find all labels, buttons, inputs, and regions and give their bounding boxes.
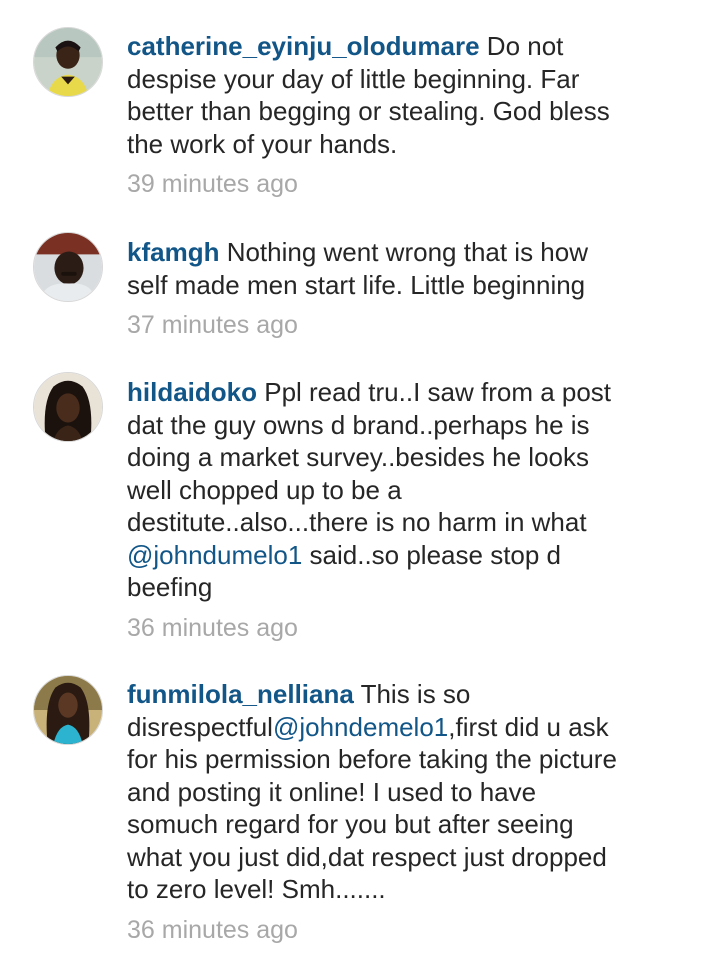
comment-timestamp: 36 minutes ago bbox=[127, 613, 298, 642]
comment-body: catherine_eyinju_olodumare Do not despis… bbox=[127, 30, 687, 201]
comment-text: dat the guy owns d brand..perhaps he is bbox=[127, 409, 590, 440]
comment-text: Ppl read tru..I saw from a post bbox=[257, 377, 612, 407]
comment-username[interactable]: catherine_eyinju_olodumare bbox=[127, 31, 480, 61]
comment-username[interactable]: hildaidoko bbox=[127, 377, 257, 407]
avatar-photo-icon bbox=[34, 28, 102, 96]
comment-mention-link[interactable]: @johndumelo1 bbox=[127, 540, 302, 570]
avatar-photo-icon bbox=[34, 233, 102, 301]
comment-text: the work of your hands. bbox=[127, 128, 398, 159]
comment-body: kfamgh Nothing went wrong that is how se… bbox=[127, 236, 687, 342]
comment-timestamp: 37 minutes ago bbox=[127, 311, 298, 339]
comment-text: for his permission before taking the pic… bbox=[127, 744, 617, 774]
user-avatar[interactable] bbox=[33, 27, 103, 97]
comment-text: doing a market survey..besides he looks bbox=[127, 442, 589, 472]
comment-timestamp: 36 minutes ago bbox=[127, 915, 298, 944]
comment-text: This is so bbox=[353, 679, 471, 709]
comment-text: disrespectful bbox=[127, 711, 273, 742]
comment-text: self made men start life. Little beginni… bbox=[127, 269, 586, 300]
comment-body: funmilola_nelliana This is so disrespect… bbox=[127, 678, 687, 946]
comment-text: ,first did u ask bbox=[448, 711, 609, 742]
comment-body: hildaidoko Ppl read tru..I saw from a po… bbox=[127, 376, 687, 644]
comment-text: and posting it online! I used to have bbox=[127, 776, 537, 807]
comment-username[interactable]: kfamgh bbox=[127, 237, 219, 267]
comment-text: despise your day of little beginning. Fa… bbox=[127, 63, 580, 94]
user-avatar[interactable] bbox=[33, 372, 103, 442]
comment-text: to zero level! Smh....... bbox=[127, 874, 386, 904]
avatar-photo-icon bbox=[34, 373, 102, 441]
comment-text: somuch regard for you but after seeing bbox=[127, 809, 574, 839]
comment-text: better than begging or stealing. God ble… bbox=[127, 96, 610, 126]
comment-timestamp: 39 minutes ago bbox=[127, 170, 298, 198]
avatar-photo-icon bbox=[34, 676, 102, 744]
comment-list: catherine_eyinju_olodumare Do not despis… bbox=[0, 0, 713, 960]
comment-mention-link[interactable]: @johndemelo1 bbox=[273, 712, 448, 742]
user-avatar[interactable] bbox=[33, 675, 103, 745]
comment-text: Nothing went wrong that is how bbox=[219, 237, 589, 267]
comment-text: said..so please stop d bbox=[302, 539, 562, 570]
comment-username[interactable]: funmilola_nelliana bbox=[127, 679, 354, 709]
comment-text: what you just did,dat respect just dropp… bbox=[127, 841, 607, 872]
comment-text: Do not bbox=[479, 31, 564, 61]
user-avatar[interactable] bbox=[33, 232, 103, 302]
comment-text: well chopped up to be a bbox=[127, 474, 402, 505]
comment-text: destitute..also...there is no harm in wh… bbox=[127, 507, 587, 537]
comment-text: beefing bbox=[127, 572, 213, 602]
